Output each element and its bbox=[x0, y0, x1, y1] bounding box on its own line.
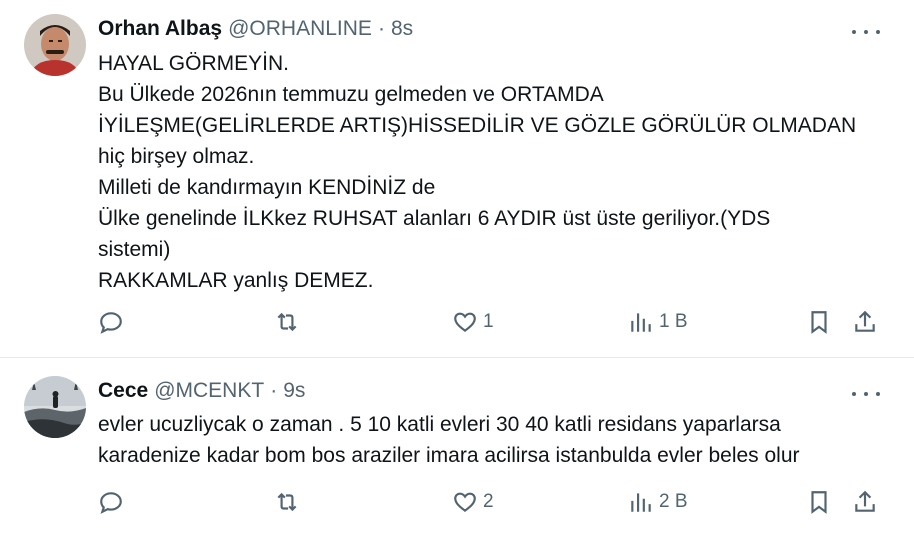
view-count: 1 B bbox=[659, 311, 688, 332]
share-icon bbox=[855, 490, 875, 512]
tweet-text: evler ucuzliycak o zaman . 5 10 katli ev… bbox=[98, 409, 888, 471]
tweet-text: HAYAL GÖRMEYİN. Bu Ülkede 2026nın temmuz… bbox=[98, 48, 888, 296]
timestamp[interactable]: 9s bbox=[283, 378, 305, 404]
reply-icon bbox=[100, 492, 122, 514]
views-icon bbox=[631, 493, 651, 512]
like-count: 2 bbox=[483, 491, 494, 512]
more-icon[interactable] bbox=[852, 384, 880, 404]
bookmark-icon bbox=[811, 491, 827, 514]
separator: · bbox=[377, 17, 385, 40]
like-button[interactable]: 1 bbox=[452, 309, 494, 335]
share-icon bbox=[855, 310, 875, 332]
tweet-line: hiç birşey olmaz. bbox=[98, 145, 255, 168]
views-button[interactable]: 1 B bbox=[628, 309, 688, 335]
heart-icon bbox=[454, 312, 476, 333]
bookmark-icon bbox=[811, 311, 827, 334]
tweet-line: sistemi) bbox=[98, 238, 171, 261]
separator: · bbox=[270, 379, 278, 402]
tweet-header: Orhan Albaş @ORHANLINE · 8s bbox=[98, 16, 413, 42]
avatar[interactable] bbox=[24, 14, 86, 76]
reply-icon bbox=[100, 312, 122, 334]
views-icon bbox=[631, 313, 651, 332]
tweet-line: RAKKAMLAR yanlış DEMEZ. bbox=[98, 269, 374, 292]
views-button[interactable]: 2 B bbox=[628, 489, 688, 515]
retweet-icon bbox=[277, 492, 297, 512]
author-handle[interactable]: @ORHANLINE bbox=[228, 16, 372, 42]
heart-icon bbox=[454, 492, 476, 513]
tweet[interactable]: Orhan Albaş @ORHANLINE · 8s HAYAL GÖRMEY… bbox=[0, 0, 914, 358]
tweet-line: İYİLEŞME(GELİRLERDE ARTIŞ)HİSSEDİLİR VE … bbox=[98, 114, 857, 137]
tweet-line: evler ucuzliycak o zaman . 5 10 katli ev… bbox=[98, 413, 781, 436]
avatar[interactable] bbox=[24, 376, 86, 438]
author-handle[interactable]: @MCENKT bbox=[154, 378, 264, 404]
tweet-line: Bu Ülkede 2026nın temmuzu gelmeden ve OR… bbox=[98, 83, 604, 106]
tweet-line: Ülke genelinde İLKkez RUHSAT alanları 6 … bbox=[98, 207, 771, 230]
like-button[interactable]: 2 bbox=[452, 489, 494, 515]
tweet-line: karadenize kadar bom bos araziler imara … bbox=[98, 444, 800, 467]
retweet-icon bbox=[277, 312, 297, 332]
more-icon[interactable] bbox=[852, 22, 880, 42]
share-button[interactable] bbox=[852, 489, 878, 515]
like-count: 1 bbox=[483, 311, 494, 332]
retweet-button[interactable] bbox=[274, 489, 300, 515]
tweet-line: HAYAL GÖRMEYİN. bbox=[98, 52, 289, 75]
reply-button[interactable] bbox=[98, 489, 124, 515]
bookmark-button[interactable] bbox=[806, 309, 832, 335]
action-bar: 1 1 B bbox=[98, 309, 888, 339]
author-name[interactable]: Cece bbox=[98, 378, 148, 404]
timestamp[interactable]: 8s bbox=[391, 16, 413, 42]
tweet[interactable]: Cece @MCENKT · 9s evler ucuzliycak o zam… bbox=[0, 358, 914, 538]
action-bar: 2 2 B bbox=[98, 489, 888, 519]
retweet-button[interactable] bbox=[274, 309, 300, 335]
bookmark-button[interactable] bbox=[806, 489, 832, 515]
share-button[interactable] bbox=[852, 309, 878, 335]
tweet-header: Cece @MCENKT · 9s bbox=[98, 378, 305, 404]
reply-button[interactable] bbox=[98, 309, 124, 335]
view-count: 2 B bbox=[659, 491, 688, 512]
tweet-line: Milleti de kandırmayın KENDİNİZ de bbox=[98, 176, 436, 199]
author-name[interactable]: Orhan Albaş bbox=[98, 16, 222, 42]
